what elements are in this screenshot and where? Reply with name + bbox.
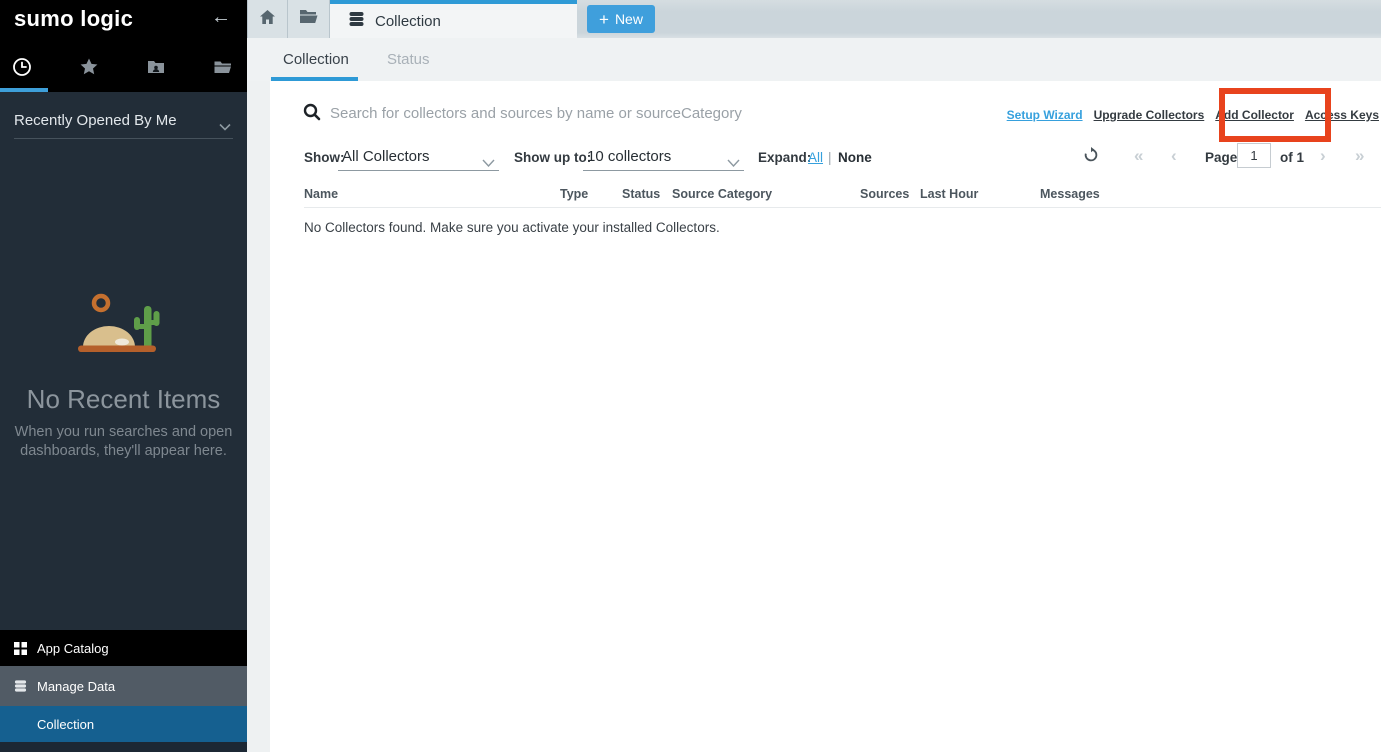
home-icon [259, 9, 276, 30]
collection-label: Collection [37, 717, 94, 732]
filter-toolbar: Show: All Collectors Show up to: 10 coll… [270, 141, 1381, 173]
setup-wizard-link[interactable]: Setup Wizard [1007, 108, 1083, 122]
tab-strip: Collection + New [247, 0, 1381, 38]
sumo-logic-logo: sumo logic [14, 6, 133, 32]
home-tab-button[interactable] [247, 0, 288, 38]
sidebar: sumo logic ← Recently Opened By Me [0, 0, 247, 752]
collector-action-links: Setup Wizard Upgrade Collectors Add Coll… [1007, 108, 1379, 122]
active-icon-tab-indicator [0, 88, 48, 92]
refresh-icon[interactable] [1083, 147, 1099, 168]
chevron-down-icon [482, 154, 495, 172]
empty-table-message: No Collectors found. Make sure you activ… [304, 220, 720, 235]
prev-page-button[interactable]: ‹ [1171, 146, 1177, 166]
folders-icon[interactable] [211, 55, 235, 79]
desert-empty-state-illustration [60, 290, 190, 358]
sumo-logic-app: sumo logic ← Recently Opened By Me [0, 0, 1381, 752]
collection-page: Setup Wizard Upgrade Collectors Add Coll… [270, 81, 1381, 752]
caption-line-2: dashboards, they'll appear here. [0, 442, 247, 461]
show-dropdown[interactable]: All Collectors [338, 144, 499, 171]
secondary-tab-bar: Collection Status [247, 38, 1381, 81]
database-icon [14, 679, 27, 693]
plus-icon: + [599, 11, 609, 28]
app-grid-icon [14, 642, 27, 655]
expand-separator: | [828, 150, 832, 165]
no-recent-items-title: No Recent Items [0, 384, 247, 415]
tab-collection-label: Collection [375, 13, 441, 30]
recent-filter-dropdown[interactable]: Recently Opened By Me [14, 106, 233, 139]
sidebar-header: sumo logic ← [0, 0, 247, 92]
first-page-button[interactable]: « [1134, 146, 1143, 166]
show-up-to-dropdown[interactable]: 10 collectors [583, 144, 744, 171]
page-number-input[interactable] [1237, 143, 1271, 168]
next-page-button[interactable]: › [1320, 146, 1326, 166]
column-sources: Sources [860, 187, 909, 201]
collapse-sidebar-icon[interactable]: ← [211, 6, 231, 29]
app-catalog-label: App Catalog [37, 641, 109, 656]
show-up-to-dropdown-value: 10 collectors [587, 148, 671, 165]
chevron-down-icon [727, 154, 740, 172]
no-recent-items-caption: When you run searches and open dashboard… [0, 423, 247, 461]
search-icon [303, 103, 321, 126]
favorites-star-icon[interactable] [77, 55, 101, 79]
subtab-status[interactable]: Status [387, 51, 430, 68]
new-button[interactable]: + New [587, 5, 655, 33]
sun-icon [94, 296, 108, 310]
sidebar-item-app-catalog[interactable]: App Catalog [0, 630, 247, 666]
expand-all-link[interactable]: All [808, 150, 823, 165]
caption-line-1: When you run searches and open [0, 423, 247, 442]
show-dropdown-value: All Collectors [342, 148, 430, 165]
recent-clock-icon[interactable] [10, 55, 34, 79]
chevron-down-icon [219, 118, 231, 136]
sidebar-item-collection[interactable]: Collection [0, 706, 247, 742]
column-source-category: Source Category [672, 187, 772, 201]
access-keys-link[interactable]: Access Keys [1305, 108, 1379, 122]
database-icon [348, 11, 365, 32]
column-messages: Messages [1040, 187, 1100, 201]
table-header-divider [304, 207, 1381, 208]
recent-filter-label: Recently Opened By Me [14, 112, 177, 129]
expand-none-link[interactable]: None [838, 150, 872, 165]
open-folder-icon [299, 9, 318, 29]
tab-collection[interactable]: Collection [330, 0, 577, 38]
show-up-to-label: Show up to: [514, 150, 591, 165]
upgrade-collectors-link[interactable]: Upgrade Collectors [1094, 108, 1205, 122]
search-input[interactable] [330, 99, 1010, 127]
column-type: Type [560, 187, 588, 201]
personal-folder-icon[interactable] [144, 55, 168, 79]
sidebar-bottom-nav: App Catalog Manage Data Collection [0, 630, 247, 752]
last-page-button[interactable]: » [1355, 146, 1364, 166]
column-name: Name [304, 187, 338, 201]
subtab-collection[interactable]: Collection [283, 51, 349, 68]
column-status: Status [622, 187, 660, 201]
library-tab-button[interactable] [288, 0, 330, 38]
ground-line [78, 346, 156, 353]
page-of-label: of 1 [1280, 150, 1304, 165]
expand-label: Expand: [758, 150, 811, 165]
sidebar-item-manage-data[interactable]: Manage Data [0, 666, 247, 706]
column-last-hour: Last Hour [920, 187, 978, 201]
sidebar-icon-tabs [0, 52, 247, 82]
sidebar-footer-strip [0, 742, 247, 752]
new-button-label: New [615, 11, 643, 27]
manage-data-label: Manage Data [37, 679, 115, 694]
add-collector-link[interactable]: Add Collector [1215, 108, 1294, 122]
collectors-table-header: Name Type Status Source Category Sources… [270, 184, 1381, 208]
